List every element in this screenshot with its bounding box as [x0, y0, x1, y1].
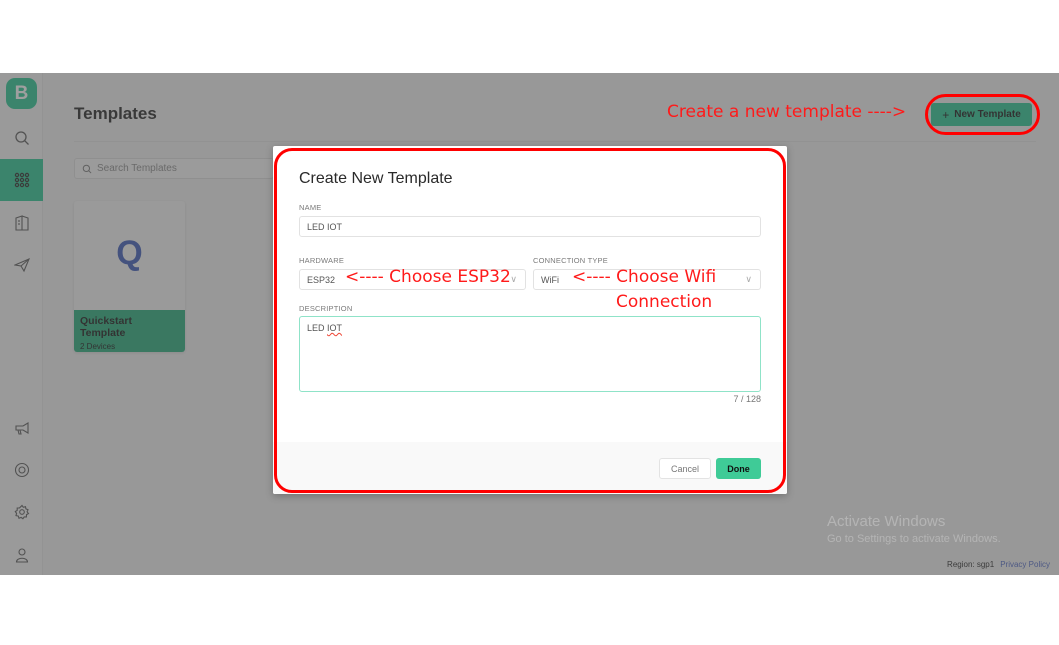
annotation-button-outline — [925, 94, 1040, 135]
watermark-subtitle: Go to Settings to activate Windows. — [827, 533, 1001, 545]
annotation-connection-line2: Connection — [616, 292, 713, 312]
windows-activation-watermark: Activate Windows Go to Settings to activ… — [827, 513, 1001, 545]
annotation-modal-outline — [274, 148, 786, 493]
annotation-new-template: Create a new template ----> — [667, 102, 907, 122]
watermark-title: Activate Windows — [827, 513, 946, 530]
annotation-hardware: <---- Choose ESP32 — [345, 267, 511, 287]
app-screen: B Templates + New Template S — [0, 73, 1059, 575]
annotation-connection-line1: <---- Choose Wifi — [572, 267, 717, 287]
